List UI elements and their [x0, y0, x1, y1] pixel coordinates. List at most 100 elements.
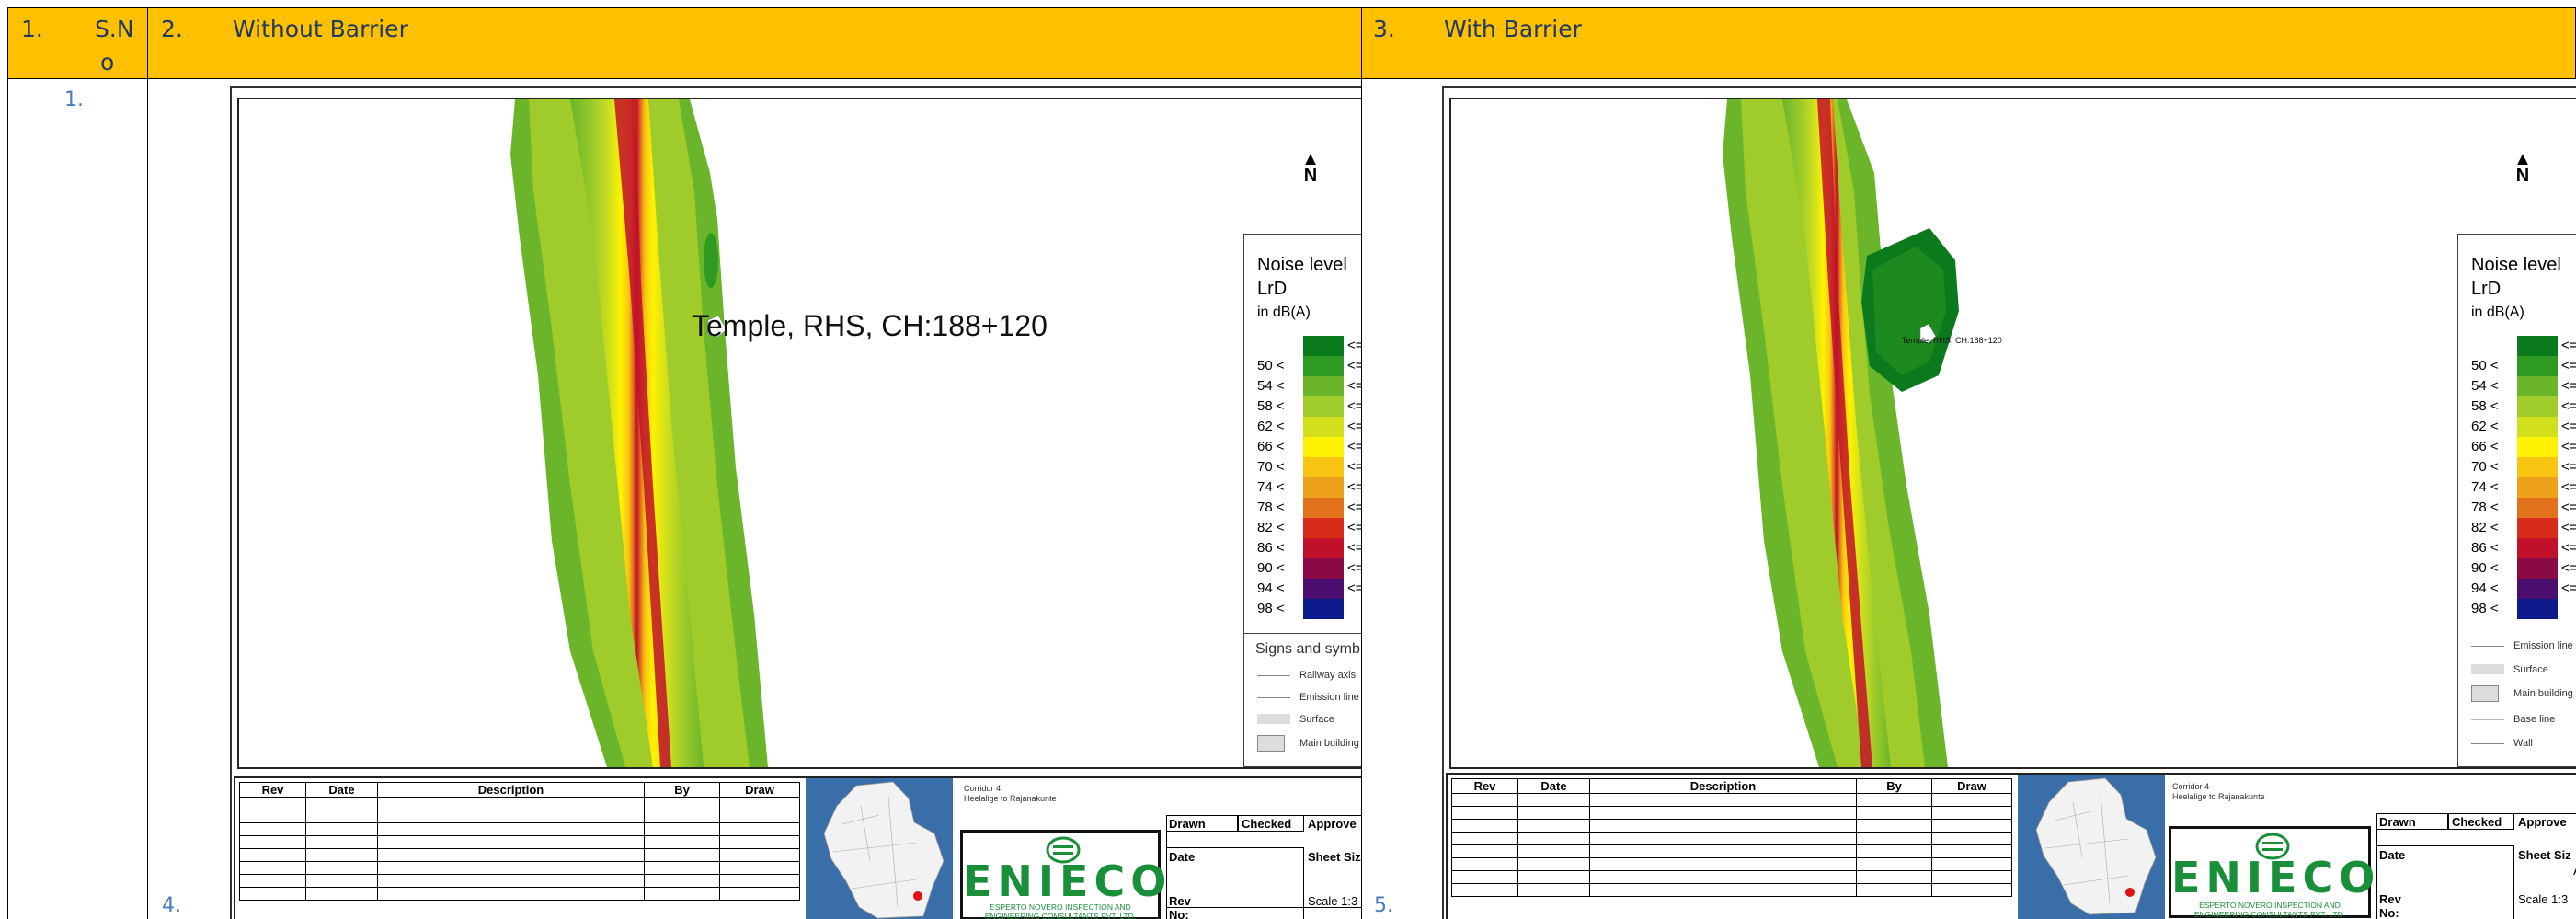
checked-label: Checked — [2452, 815, 2502, 829]
col3-number: 3. — [1373, 16, 1395, 42]
legend-row: 90 < <= — [1257, 558, 1361, 579]
legend-row: 74 < <= — [1257, 477, 1361, 498]
draw-header: Draw — [1931, 778, 2012, 794]
legend-upper-op: <= — [1347, 540, 1361, 556]
state-map-image — [2018, 775, 2165, 919]
legend-swatch — [2517, 518, 2558, 538]
description-header: Description — [1589, 778, 1857, 794]
signs-and-symbols: Emission line Surface Main building Base… — [2458, 628, 2576, 768]
legend-swatch — [2517, 356, 2558, 376]
corridor-line1: Corridor 4 — [964, 784, 1002, 793]
legend-lower-bound: 54 < — [1257, 378, 1285, 394]
noise-legend: Noise level LrD in dB(A) <= 50 < <= 54 < <= 5… — [2457, 234, 2576, 767]
legend-upper-op: <= — [2561, 500, 2576, 515]
sheet-info: Drawn Checked Approve Date Sheet Siz A3 … — [2376, 813, 2576, 919]
legend-upper-op: <= — [1347, 338, 1361, 353]
legend-row: 74 < <= — [2471, 477, 2576, 498]
legend-lower-bound: 90 < — [1257, 560, 1285, 576]
column-divider — [147, 7, 148, 919]
legend-unit: in dB(A) — [1257, 304, 1311, 320]
signs-and-symbols: Signs and symb Railway axis Emission lin… — [1244, 633, 1361, 768]
legend-swatch — [2517, 417, 2558, 437]
legend-swatch — [1303, 477, 1344, 498]
legend-swatch — [1303, 558, 1344, 579]
legend-upper-op: <= — [2561, 560, 2576, 576]
legend-swatch — [2517, 437, 2558, 457]
legend-upper-op: <= — [1347, 419, 1361, 434]
legend-lower-bound: 82 < — [2471, 520, 2499, 535]
legend-row: 94 < <= — [1257, 579, 1361, 599]
legend-upper-op: <= — [1347, 580, 1361, 596]
legend-upper-op: <= — [1347, 459, 1361, 475]
legend-lower-bound: 82 < — [1257, 520, 1285, 535]
date-header: Date — [305, 782, 378, 798]
approved-label: Approve — [1308, 817, 1357, 831]
legend-swatch — [1303, 498, 1344, 518]
legend-upper-op: <= — [2561, 338, 2576, 353]
legend-title-line1: Noise level — [2471, 255, 2561, 275]
legend-row: 82 < <= — [2471, 518, 2576, 538]
legend-lower-bound: 58 < — [1257, 398, 1285, 414]
legend-swatch — [1303, 599, 1344, 619]
legend-row: 66 < <= — [2471, 437, 2576, 457]
corridor-line1: Corridor 4 — [2172, 782, 2210, 791]
legend-upper-op: <= — [2561, 459, 2576, 475]
legend-lower-bound: 74 < — [2471, 479, 2499, 495]
legend-upper-op: <= — [2561, 378, 2576, 394]
col2-label: Without Barrier — [233, 16, 408, 42]
legend-swatch — [1303, 518, 1344, 538]
project-corridor: Corridor 4 Heelalige to Rajanakunte — [2172, 782, 2265, 802]
sheet-size-label: Sheet Siz — [2518, 848, 2571, 862]
legend-upper-op: <= — [1347, 398, 1361, 414]
legend-swatch — [1303, 417, 1344, 437]
legend-lower-bound: 54 < — [2471, 378, 2499, 394]
approved-label: Approve — [2518, 815, 2567, 829]
rev-header: Rev — [1451, 778, 1518, 794]
legend-lower-bound: 70 < — [1257, 459, 1285, 475]
north-arrow-icon: ▲ N — [2513, 149, 2532, 186]
scale-label: Scale 1:3 — [2518, 892, 2569, 906]
legend-swatch — [1303, 538, 1344, 558]
legend-lower-bound: 66 < — [2471, 439, 2499, 454]
legend-row: 58 < <= — [1257, 396, 1361, 417]
receiver-label: Temple, RHS, CH:188+120 — [692, 309, 1048, 342]
rev-label: Rev — [2379, 892, 2401, 906]
legend-row: 50 < <= — [1257, 356, 1361, 376]
checked-label: Checked — [1242, 817, 1292, 831]
legend-upper-op: <= — [1347, 500, 1361, 515]
legend-lower-bound: 94 < — [2471, 580, 2499, 596]
noise-legend: Noise level LrD in dB(A) <= 50 < <= 54 < <= 5… — [1243, 234, 1361, 767]
legend-upper-op: <= — [2561, 479, 2576, 495]
drawn-label: Drawn — [2379, 815, 2416, 829]
logo-wordmark: ENIECO — [2171, 853, 2381, 902]
legend-row: <= — [2471, 336, 2576, 356]
legend-swatch — [2517, 457, 2558, 477]
legend-lower-bound: 66 < — [1257, 439, 1285, 454]
legend-lower-bound: 62 < — [2471, 419, 2499, 434]
legend-swatch — [1303, 336, 1344, 356]
legend-title: Noise level LrD in dB(A) — [1257, 253, 1347, 325]
legend-lower-bound: 70 < — [2471, 459, 2499, 475]
legend-row: 82 < <= — [1257, 518, 1361, 538]
legend-upper-op: <= — [2561, 419, 2576, 434]
by-header: By — [644, 782, 720, 798]
legend-lower-bound: 86 < — [2471, 540, 2499, 556]
legend-lower-bound: 98 < — [1257, 601, 1285, 616]
title-block: Rev Date Description By Draw Corridor 4 … — [234, 776, 1361, 919]
legend-lower-bound: 50 < — [2471, 358, 2499, 373]
legend-row: 70 < <= — [1257, 457, 1361, 477]
company-logo: ENIECO ESPERTO NOVERO INSPECTION AND ENG… — [2169, 826, 2381, 919]
legend-swatch — [2517, 599, 2558, 619]
drawn-label: Drawn — [1169, 817, 1206, 831]
sheet-size-label: Sheet Siz — [1308, 850, 1361, 864]
logo-wordmark: ENIECO — [963, 856, 1173, 906]
row-sno: 1. — [64, 88, 84, 111]
legend-swatch — [1303, 356, 1344, 376]
legend-swatch — [2517, 558, 2558, 579]
legend-row: 50 < <= — [2471, 356, 2576, 376]
legend-row: 78 < <= — [1257, 498, 1361, 518]
legend-row: 90 < <= — [2471, 558, 2576, 579]
legend-swatch — [2517, 538, 2558, 558]
col1-label-cont: o — [100, 49, 115, 75]
receiver-label: Temple, RHS, CH:188+120 — [1902, 336, 2002, 345]
